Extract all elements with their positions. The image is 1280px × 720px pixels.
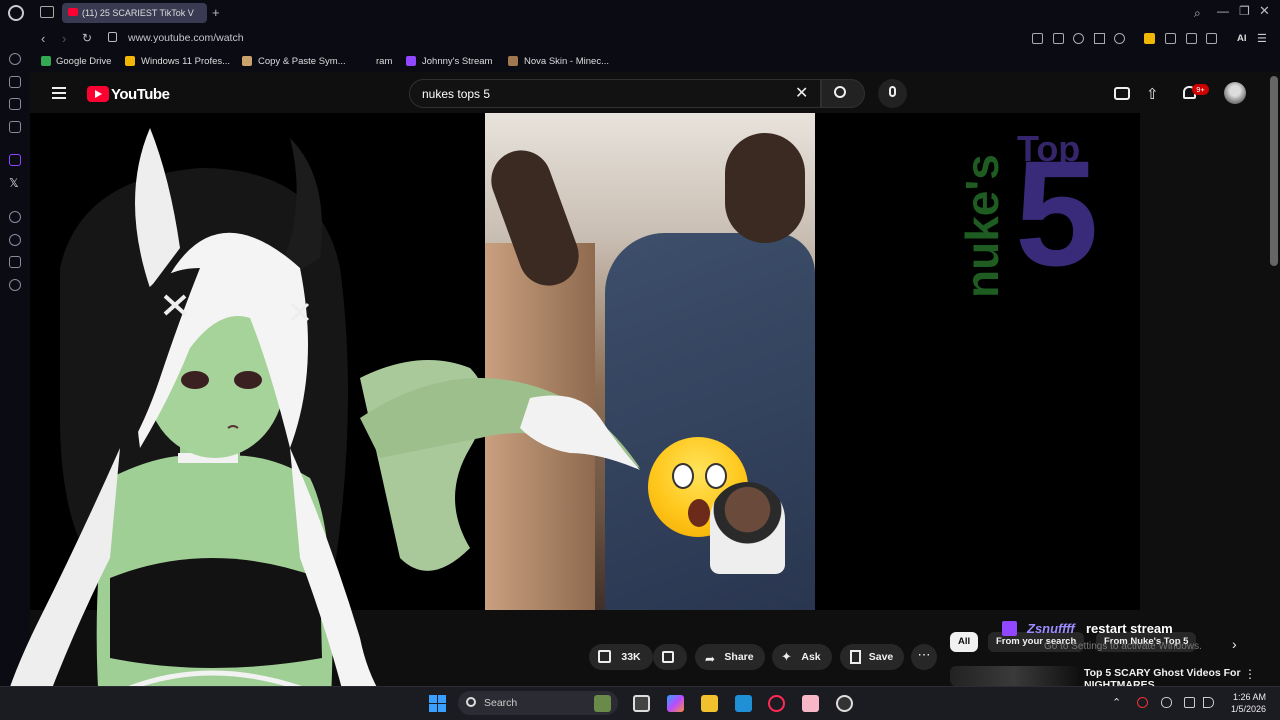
download-icon[interactable]	[1206, 33, 1217, 44]
volume-icon[interactable]	[1203, 697, 1214, 708]
pencil-icon	[242, 56, 252, 66]
minimize-icon[interactable]: —	[1217, 4, 1229, 18]
channel-art-five: 5	[1015, 129, 1099, 297]
task-view-icon[interactable]	[633, 695, 650, 712]
youtube-logo-icon[interactable]	[87, 86, 109, 102]
youtube-favicon-icon	[68, 8, 78, 16]
bookmark-copy-paste[interactable]: Copy & Paste Sym...	[258, 56, 346, 67]
browser-tab[interactable]: (11) 25 SCARIEST TikTok V	[62, 3, 207, 23]
vtuber-avatar-overlay	[0, 128, 640, 720]
profile-icon[interactable]	[1186, 33, 1197, 44]
close-icon[interactable]: ✕	[1259, 3, 1270, 19]
new-tab-plus-icon[interactable]: +	[212, 5, 220, 20]
vtuber-eye-left	[181, 371, 209, 389]
youtube-logo-text[interactable]: YouTube	[111, 86, 170, 103]
taskbar-clock-time[interactable]: 1:26 AM	[1226, 692, 1266, 702]
tab-title: (11) 25 SCARIEST TikTok V	[82, 8, 194, 18]
network-icon[interactable]	[1184, 697, 1195, 708]
crown-icon	[125, 56, 135, 66]
thumbs-down-icon	[662, 651, 674, 663]
emoji-mouth	[688, 499, 710, 527]
vtuber-tail-tip	[520, 395, 640, 470]
opera-logo-icon[interactable]	[8, 5, 24, 21]
tray-overflow-chevron-icon[interactable]: ⌃	[1112, 696, 1121, 709]
notification-badge: 9+	[1192, 84, 1209, 95]
tabs-icon[interactable]	[9, 98, 21, 110]
reload-icon[interactable]: ↻	[82, 31, 92, 45]
channel-logo-art: Top 5 nuke's	[955, 128, 1125, 298]
taskbar-search-icon	[466, 697, 476, 707]
youtube-menu-icon[interactable]	[52, 87, 66, 99]
tray-app-icon[interactable]	[1137, 697, 1148, 708]
forward-arrow-icon[interactable]: ›	[62, 31, 66, 46]
vtuber-top	[110, 558, 322, 668]
bookmark-johnnys-stream[interactable]: Johnny's Stream	[422, 56, 492, 67]
snapshot-icon[interactable]	[1053, 33, 1064, 44]
windows-activation-watermark: Go to Settings to activate Windows.	[1044, 641, 1202, 652]
maximize-icon[interactable]: ❐	[1239, 4, 1250, 18]
bookmark-windows-11[interactable]: Windows 11 Profes...	[141, 56, 230, 67]
create-icon[interactable]	[1114, 87, 1130, 100]
browser-search-icon[interactable]: ⌕	[1194, 6, 1201, 21]
lock-icon	[108, 32, 117, 42]
shield-icon[interactable]	[1073, 33, 1084, 44]
ai-sidebar-icon[interactable]	[9, 53, 21, 65]
stream-status-text: restart stream	[1086, 621, 1173, 636]
opera-gx-icon[interactable]	[768, 695, 785, 712]
chips-next-chevron-icon[interactable]: ›	[1232, 636, 1237, 652]
extensions-puzzle-icon[interactable]	[1165, 33, 1176, 44]
youtube-search-input[interactable]: nukes tops 5	[409, 79, 821, 108]
search-icon	[834, 86, 846, 98]
tab-list-icon[interactable]	[40, 6, 54, 18]
memoji-sticker	[710, 482, 785, 574]
emoji-eye-left	[672, 463, 694, 489]
emoji-eye-right	[705, 463, 727, 489]
taskbar-widget-icon[interactable]	[594, 695, 611, 712]
recommendation-more-icon[interactable]: ⋮	[1244, 667, 1256, 681]
bookmark-ram[interactable]: ram	[376, 56, 392, 67]
bookmark-google-drive[interactable]: Google Drive	[56, 56, 111, 67]
heart-icon[interactable]	[1114, 33, 1125, 44]
windows-start-icon[interactable]	[429, 695, 446, 712]
twitch-bookmark-icon	[406, 56, 416, 66]
upload-icon[interactable]: ⇧	[1146, 85, 1159, 103]
video-person-head	[725, 133, 805, 243]
send-icon[interactable]	[1094, 33, 1105, 44]
microphone-tray-icon[interactable]	[1161, 697, 1172, 708]
bookmark-nova-skin[interactable]: Nova Skin - Minec...	[524, 56, 609, 67]
file-explorer-icon[interactable]	[701, 695, 718, 712]
url-field[interactable]: www.youtube.com/watch	[128, 32, 244, 44]
calculator-icon[interactable]	[735, 695, 752, 712]
taskbar-clock-date[interactable]: 1/5/2026	[1220, 704, 1266, 714]
share-arrow-icon: ➦	[705, 652, 716, 666]
recommendation-thumbnail[interactable]	[950, 666, 1078, 686]
bookmark-save-icon	[850, 650, 861, 664]
page-scrollbar[interactable]	[1270, 76, 1278, 266]
vtuber-eye-right	[234, 371, 262, 389]
cube-icon	[508, 56, 518, 66]
pin-icon[interactable]	[1032, 33, 1043, 44]
channel-art-word: nuke's	[956, 154, 1008, 298]
app-pink-icon[interactable]	[802, 695, 819, 712]
extension-yellow-icon[interactable]	[1144, 33, 1155, 44]
avatar[interactable]	[1224, 82, 1246, 104]
browser-menu-icon[interactable]: ☰	[1257, 32, 1267, 45]
thumbs-up-icon	[598, 650, 611, 663]
copilot-icon[interactable]	[667, 695, 684, 712]
more-actions-button[interactable]: ⋯	[911, 644, 937, 670]
twitch-icon	[1002, 621, 1017, 636]
google-drive-icon	[41, 56, 51, 66]
clear-search-icon[interactable]: ✕	[795, 83, 808, 103]
ai-button[interactable]: AI	[1237, 33, 1247, 44]
chip-all[interactable]: All	[950, 632, 979, 652]
sparkle-icon: ✦	[781, 649, 792, 664]
workspaces-icon[interactable]	[9, 76, 21, 88]
back-arrow-icon[interactable]: ‹	[41, 31, 45, 46]
obs-icon[interactable]	[836, 695, 853, 712]
microphone-icon	[889, 86, 896, 97]
stream-username: Zsnuffff	[1027, 621, 1075, 636]
